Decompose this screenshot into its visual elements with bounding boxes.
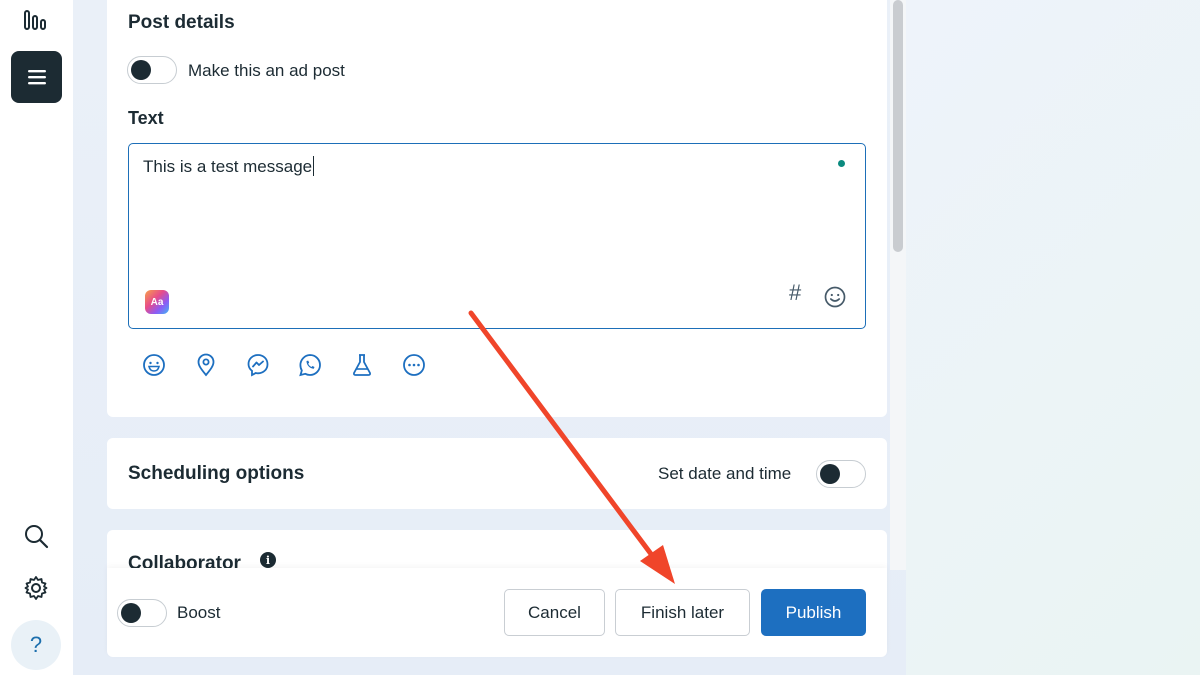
toggle-knob [820, 464, 840, 484]
boost-toggle[interactable] [117, 599, 167, 627]
post-text-value: This is a test message [143, 156, 315, 176]
hamburger-menu-icon[interactable] [11, 51, 62, 103]
emoji-icon[interactable] [141, 352, 167, 378]
flask-icon[interactable] [349, 352, 375, 378]
post-text-input[interactable]: This is a test message Aa # [128, 143, 866, 329]
boost-label: Boost [177, 603, 221, 622]
status-dot [838, 160, 845, 167]
finish-later-button[interactable]: Finish later [615, 589, 750, 636]
left-rail: ? [0, 0, 73, 675]
location-icon[interactable] [193, 352, 219, 378]
text-section-label: Text [128, 108, 164, 128]
toggle-knob [131, 60, 151, 80]
emoji-icon[interactable] [823, 285, 847, 309]
post-details-title: Post details [128, 12, 235, 33]
analytics-bars-icon[interactable] [22, 6, 50, 34]
info-icon[interactable]: i [260, 552, 276, 568]
publish-button[interactable]: Publish [761, 589, 866, 636]
set-date-time-label: Set date and time [658, 464, 792, 483]
text-style-icon[interactable]: Aa [145, 290, 169, 314]
whatsapp-icon[interactable] [297, 352, 323, 378]
gear-icon[interactable] [20, 572, 52, 604]
set-date-time-toggle[interactable] [816, 460, 866, 488]
hashtag-icon[interactable]: # [789, 280, 801, 306]
scheduling-options-title: Scheduling options [128, 463, 305, 484]
messenger-icon[interactable] [245, 352, 271, 378]
toggle-knob [121, 603, 141, 623]
cancel-button[interactable]: Cancel [504, 589, 605, 636]
search-icon[interactable] [20, 520, 52, 552]
help-button[interactable]: ? [11, 620, 61, 670]
more-icon[interactable] [401, 352, 427, 378]
help-icon: ? [29, 632, 43, 657]
scrollbar-thumb[interactable] [893, 0, 903, 252]
ad-post-toggle[interactable] [127, 56, 177, 84]
ad-post-toggle-label: Make this an ad post [188, 61, 345, 80]
